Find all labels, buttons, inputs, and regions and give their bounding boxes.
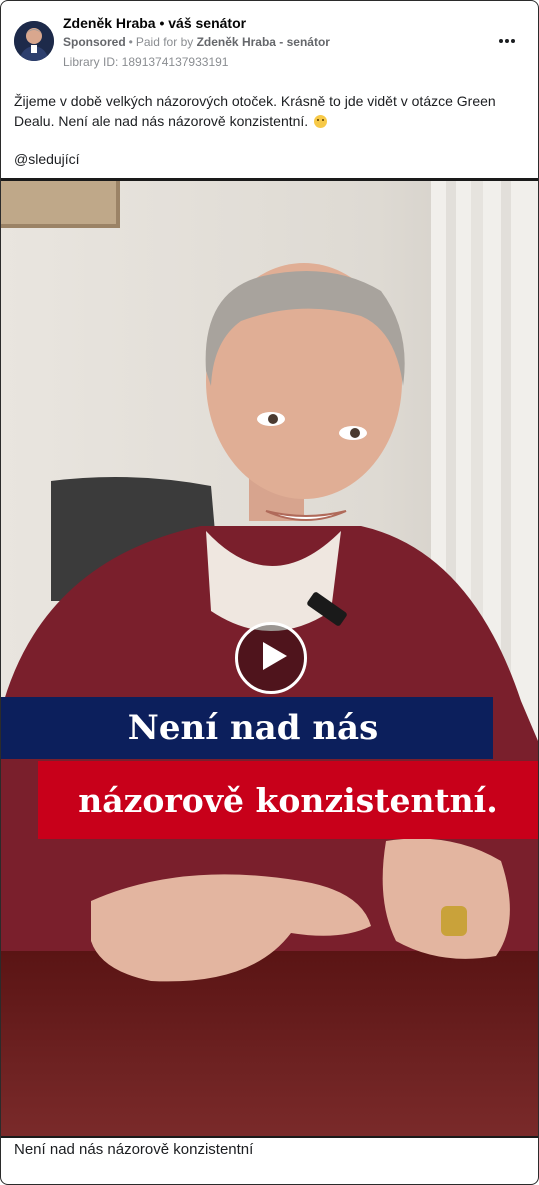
overlay-banner-red: názorově konzistentní. bbox=[38, 761, 538, 839]
overlay-line-2: názorově konzistentní. bbox=[78, 780, 498, 820]
mention-text[interactable]: @sledující bbox=[14, 151, 80, 167]
overlay-line-1: Není nad nás bbox=[127, 708, 379, 748]
paid-for-prefix: Paid for by bbox=[135, 35, 194, 49]
page-name[interactable]: Zdeněk Hraba • váš senátor bbox=[63, 15, 246, 31]
post-header: Zdeněk Hraba • váš senátor Sponsored • Pai… bbox=[1, 1, 538, 77]
library-id: Library ID: 1891374137933191 bbox=[63, 55, 229, 69]
sponsored-label[interactable]: Sponsored bbox=[63, 35, 126, 49]
video-player[interactable]: Není nad nás názorově konzistentní. bbox=[1, 178, 538, 1138]
overlay-banner-blue: Není nad nás bbox=[1, 697, 493, 759]
sponsored-post-card: Zdeněk Hraba • váš senátor Sponsored • Pai… bbox=[0, 0, 539, 1185]
smiley-emoji-icon bbox=[314, 115, 328, 128]
sponsored-line: Sponsored • Paid for by Zdeněk Hraba - sen… bbox=[63, 35, 330, 49]
more-options-icon bbox=[499, 39, 503, 43]
page-avatar[interactable] bbox=[14, 21, 54, 61]
paid-for-name: Zdeněk Hraba - senátor bbox=[196, 35, 330, 49]
play-button[interactable] bbox=[235, 622, 307, 694]
post-text-content: Žijeme v době velkých názorových otoček.… bbox=[14, 93, 496, 129]
avatar-image bbox=[14, 21, 54, 61]
post-text: Žijeme v době velkých názorových otoček.… bbox=[14, 91, 514, 131]
video-caption[interactable]: Není nad nás názorově konzistentní bbox=[14, 1141, 253, 1158]
more-options-button[interactable] bbox=[493, 31, 521, 51]
